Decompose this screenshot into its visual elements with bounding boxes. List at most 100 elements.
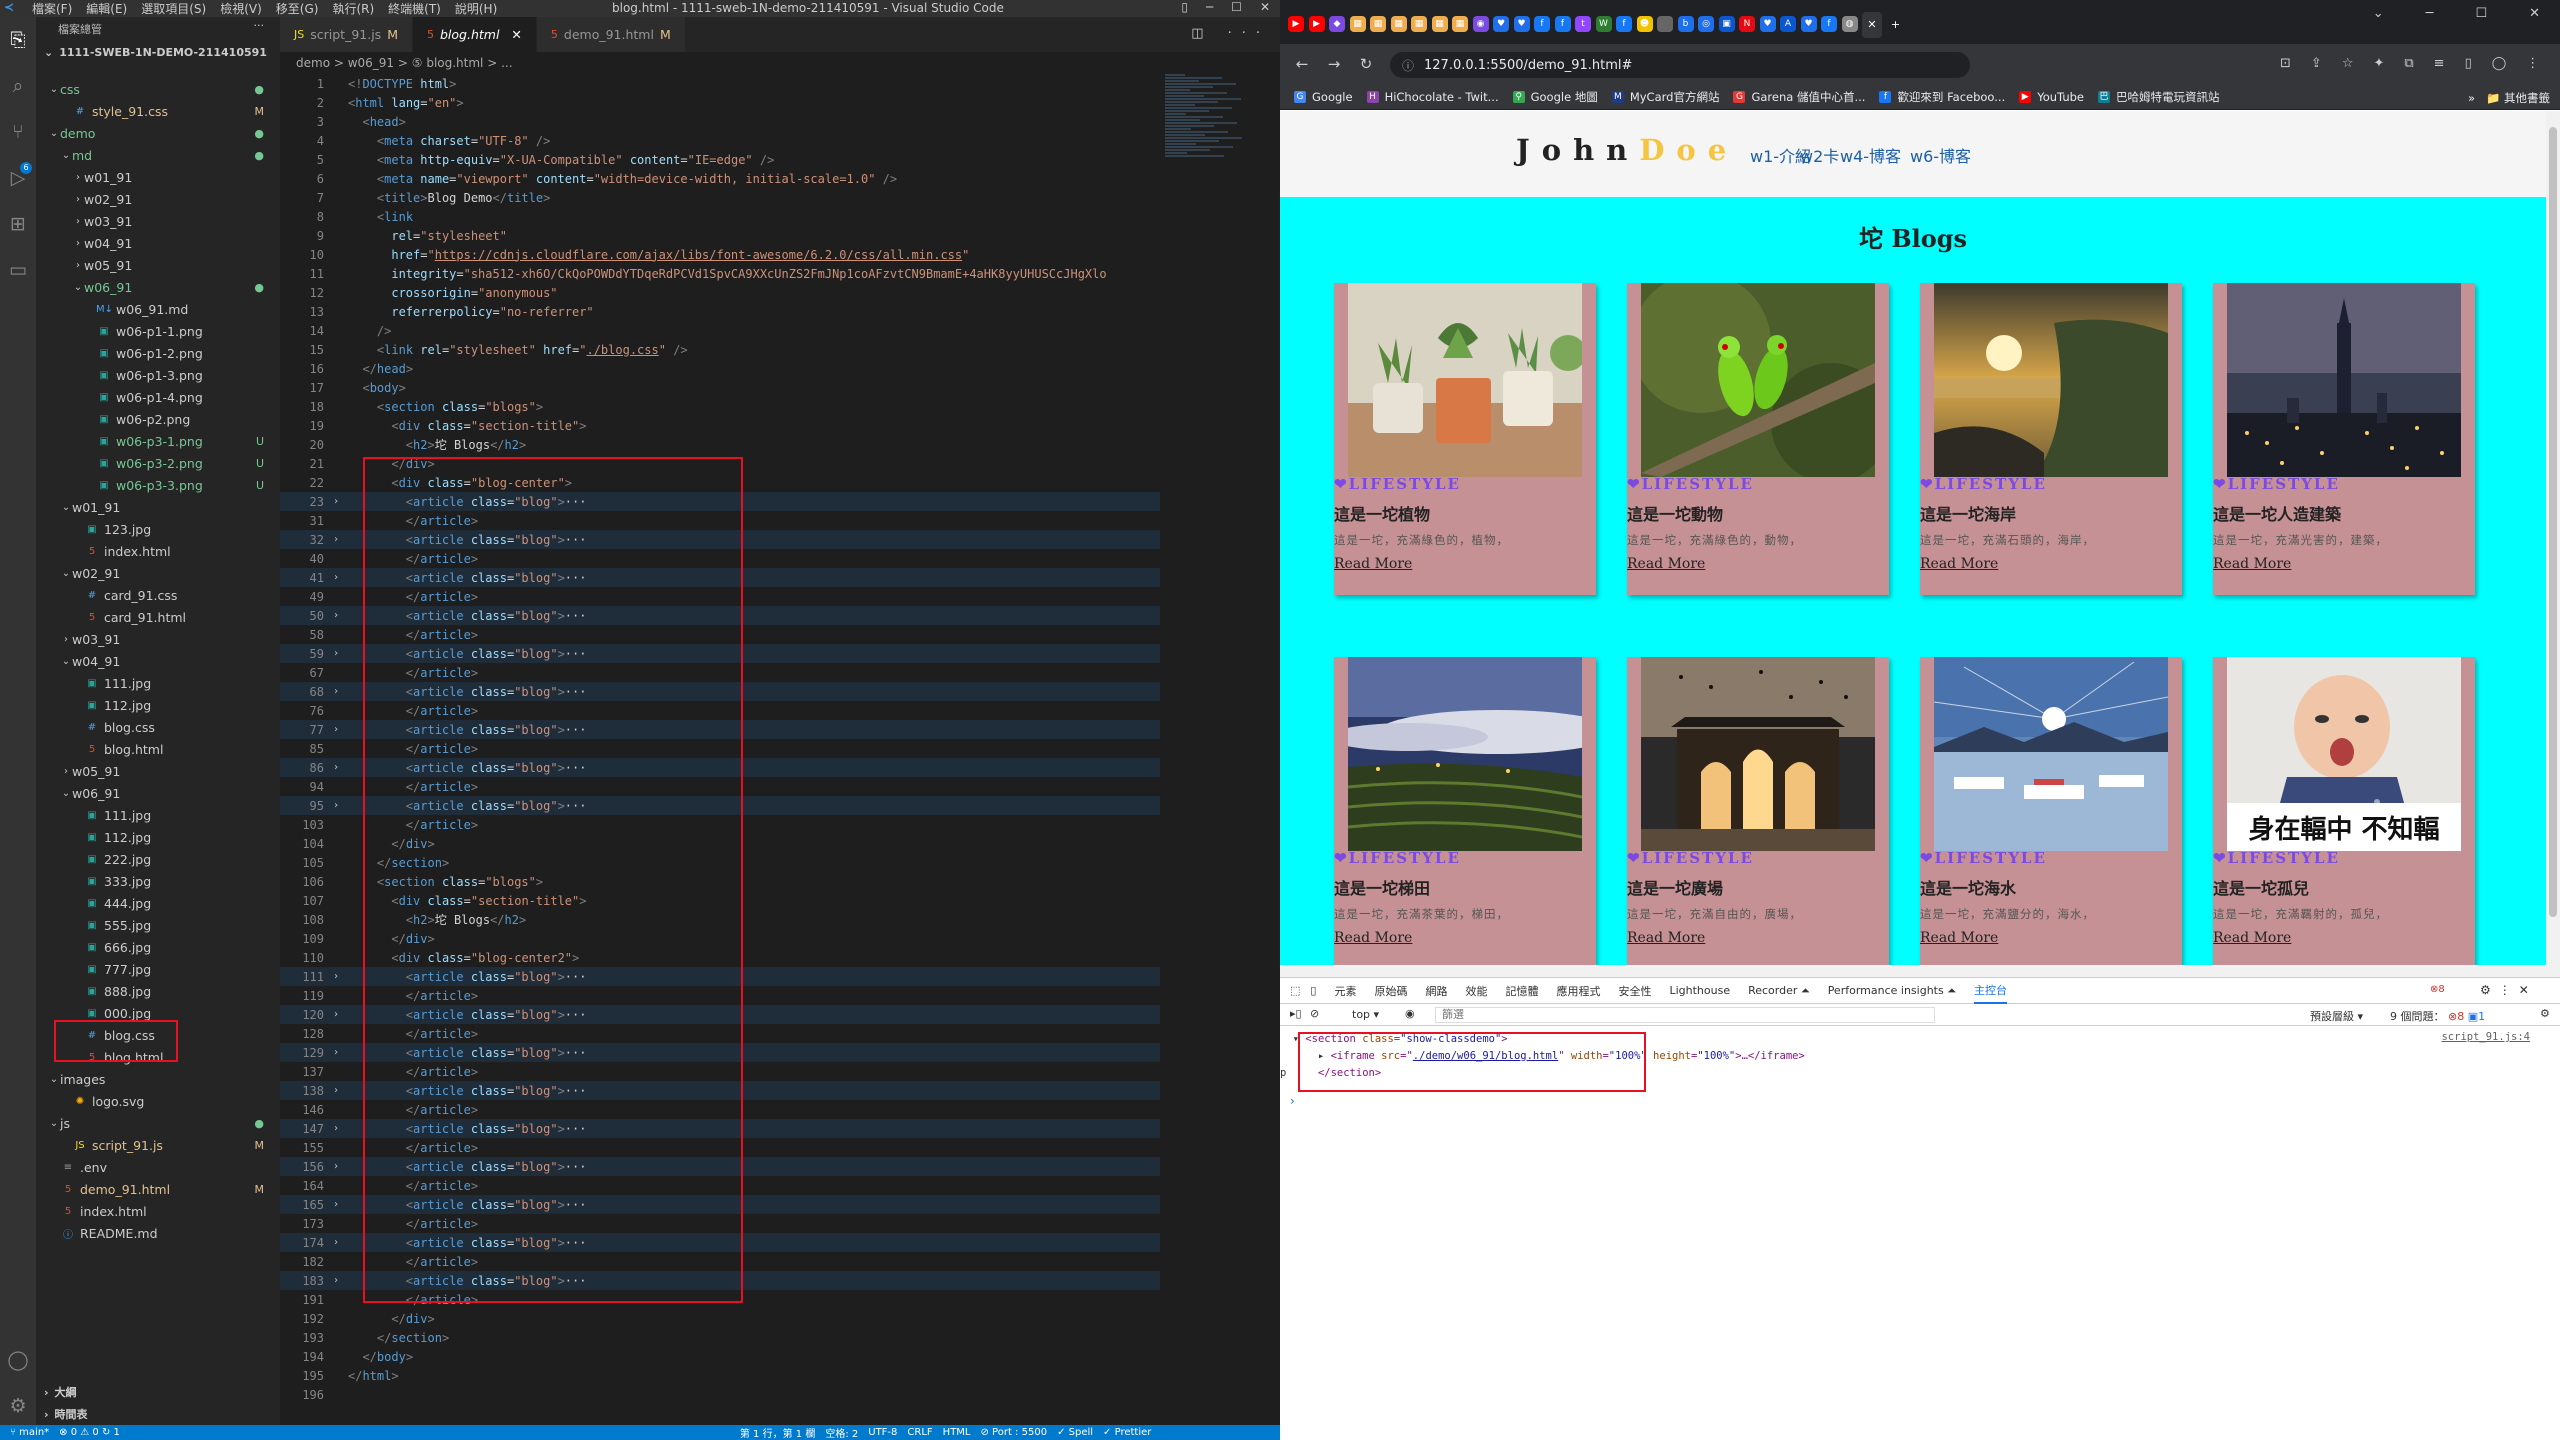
code-line[interactable]: 9 rel="stylesheet": [280, 226, 1160, 245]
file-tree-item[interactable]: ✺ logo.svg: [36, 1090, 280, 1112]
browser-tab[interactable]: A: [1780, 16, 1796, 32]
file-tree-item[interactable]: ⌄ js ●: [36, 1112, 280, 1134]
settings-gear-icon[interactable]: ⚙: [5, 1393, 31, 1419]
minimize-icon[interactable]: ─: [1206, 0, 1213, 14]
devtools-tab[interactable]: Recorder ⏶: [1748, 984, 1810, 998]
sidepanel-icon[interactable]: ▯: [2465, 56, 2472, 71]
code-line[interactable]: 193 </section>: [280, 1328, 1160, 1347]
file-tree-item[interactable]: ⌄ w06_91: [36, 782, 280, 804]
browser-tab[interactable]: b: [1677, 16, 1694, 32]
file-tree-item[interactable]: ▣ 123.jpg: [36, 518, 280, 540]
nav-link-w2[interactable]: w2卡: [1800, 143, 1839, 167]
bookmark-item[interactable]: f 歡迎來到 Faceboo...: [1879, 89, 2005, 105]
browser-tab[interactable]: t: [1575, 16, 1591, 32]
devtools-tab[interactable]: 元素: [1334, 983, 1356, 999]
file-tree-item[interactable]: # blog.css: [36, 716, 280, 738]
breadcrumb[interactable]: demo > w06_91 > ⑤ blog.html > ...: [280, 52, 1280, 74]
minimize-icon[interactable]: ─: [2426, 6, 2434, 21]
menu-item[interactable]: 選取項目(S): [141, 0, 206, 17]
browser-tab[interactable]: ◆: [1329, 16, 1345, 32]
fold-chevron-icon[interactable]: ›: [324, 534, 348, 545]
read-more-link[interactable]: Read More: [1920, 556, 1998, 572]
bookmark-item[interactable]: M MyCard官方網站: [1611, 89, 1719, 105]
file-tree-item[interactable]: ⌄ w01_91: [36, 496, 280, 518]
fold-chevron-icon[interactable]: ›: [324, 496, 348, 507]
close-icon[interactable]: ✕: [1260, 0, 1270, 14]
media-icon[interactable]: ≡: [2434, 56, 2445, 71]
file-tree-item[interactable]: M↓ w06_91.md: [36, 298, 280, 320]
extension-icon[interactable]: ✦: [2373, 56, 2384, 71]
fold-chevron-icon[interactable]: ›: [324, 724, 348, 735]
source-control-icon[interactable]: ⑂: [5, 119, 31, 145]
file-tree-item[interactable]: ▣ 777.jpg: [36, 958, 280, 980]
puzzle-icon[interactable]: ⧉: [2404, 56, 2413, 71]
file-tree-item[interactable]: # card_91.css: [36, 584, 280, 606]
tab-script-91-js[interactable]: JS script_91.js M: [280, 17, 413, 52]
file-tree-item[interactable]: ▣ w06-p3-2.png U: [36, 452, 280, 474]
code-line[interactable]: 13 referrerpolicy="no-referrer": [280, 302, 1160, 321]
file-tree-item[interactable]: ⌄ css ●: [36, 78, 280, 100]
browser-tab[interactable]: ▦: [1431, 16, 1448, 32]
tab-search-icon[interactable]: ⌄: [2373, 6, 2384, 21]
site-brand[interactable]: JohnDoe: [1516, 133, 1738, 167]
file-tree-item[interactable]: ▣ w06-p1-2.png: [36, 342, 280, 364]
code-line[interactable]: 195 </html>: [280, 1366, 1160, 1385]
code-line[interactable]: 4 <meta charset="UTF-8" />: [280, 131, 1160, 150]
read-more-link[interactable]: Read More: [1627, 930, 1705, 946]
tab-blog-html[interactable]: 5 blog.html ✕: [412, 17, 537, 52]
file-tree-item[interactable]: ⌄ w04_91: [36, 650, 280, 672]
file-tree-item[interactable]: › w02_91: [36, 188, 280, 210]
read-more-link[interactable]: Read More: [2213, 930, 2291, 946]
read-more-link[interactable]: Read More: [2213, 556, 2291, 572]
fold-chevron-icon[interactable]: ›: [324, 1123, 348, 1134]
bookmark-item[interactable]: G Google: [1294, 90, 1353, 104]
file-tree-item[interactable]: ⌄ demo ●: [36, 122, 280, 144]
status-item[interactable]: 空格: 2: [825, 1425, 858, 1440]
code-line[interactable]: 1 <!DOCTYPE html>: [280, 74, 1160, 93]
file-tree-item[interactable]: ▣ w06-p2.png: [36, 408, 280, 430]
code-line[interactable]: 10 href="https://cdnjs.cloudflare.com/aj…: [280, 245, 1160, 264]
browser-tab[interactable]: ▦: [1452, 16, 1468, 32]
issues-count[interactable]: 9 個問題： ⊗8 ▣1: [2390, 1008, 2485, 1024]
file-tree-item[interactable]: ▣ 222.jpg: [36, 848, 280, 870]
profile-avatar[interactable]: ◯: [2492, 56, 2507, 71]
split-editor-icon[interactable]: ◫ ···: [1191, 26, 1270, 41]
bookmark-item[interactable]: H HiChocolate - Twit...: [1366, 90, 1499, 104]
menu-item[interactable]: 說明(H): [455, 0, 497, 17]
file-tree-item[interactable]: › w05_91: [36, 760, 280, 782]
fold-chevron-icon[interactable]: ›: [324, 1085, 348, 1096]
forward-icon[interactable]: →: [1318, 55, 1350, 73]
devtools-tab[interactable]: 網路: [1425, 983, 1447, 999]
code-line[interactable]: 14 />: [280, 321, 1160, 340]
devtools-tab[interactable]: 原始碼: [1374, 983, 1407, 999]
maximize-icon[interactable]: ☐: [1231, 0, 1242, 14]
code-line[interactable]: 20 <h2>坨 Blogs</h2>: [280, 435, 1160, 454]
minimap[interactable]: [1165, 74, 1265, 174]
read-more-link[interactable]: Read More: [1920, 930, 1998, 946]
fold-chevron-icon[interactable]: ›: [324, 1237, 348, 1248]
status-item[interactable]: ⑂ main*: [10, 1427, 49, 1438]
file-tree-item[interactable]: ⓘ README.md: [36, 1222, 280, 1244]
code-line[interactable]: 8 <link: [280, 207, 1160, 226]
file-tree-item[interactable]: ▣ w06-p1-1.png: [36, 320, 280, 342]
devtools-tab[interactable]: 安全性: [1618, 983, 1651, 999]
file-tree-item[interactable]: 5 blog.html: [36, 738, 280, 760]
share-icon[interactable]: ⇪: [2311, 56, 2322, 71]
file-tree-item[interactable]: 5 demo_91.html M: [36, 1178, 280, 1200]
more-actions-icon[interactable]: ···: [254, 19, 265, 32]
devtools-tab[interactable]: Lighthouse: [1669, 984, 1730, 997]
code-line[interactable]: 2 <html lang="en">: [280, 93, 1160, 112]
fold-chevron-icon[interactable]: ›: [324, 648, 348, 659]
file-tree-item[interactable]: ⌄ w02_91: [36, 562, 280, 584]
browser-tab[interactable]: ▦: [1411, 16, 1427, 32]
inspect-icon[interactable]: ⬚: [1290, 984, 1300, 997]
menu-item[interactable]: 終端機(T): [388, 0, 441, 17]
console-filter-input[interactable]: 篩選: [1435, 1007, 1935, 1023]
fold-chevron-icon[interactable]: ›: [324, 971, 348, 982]
devtools-tab[interactable]: 效能: [1465, 983, 1487, 999]
sidebar-toggle-icon[interactable]: ▸▯: [1290, 1007, 1302, 1020]
code-line[interactable]: 17 <body>: [280, 378, 1160, 397]
file-tree-item[interactable]: › w01_91: [36, 166, 280, 188]
file-tree-item[interactable]: 5 card_91.html: [36, 606, 280, 628]
read-more-link[interactable]: Read More: [1334, 930, 1412, 946]
